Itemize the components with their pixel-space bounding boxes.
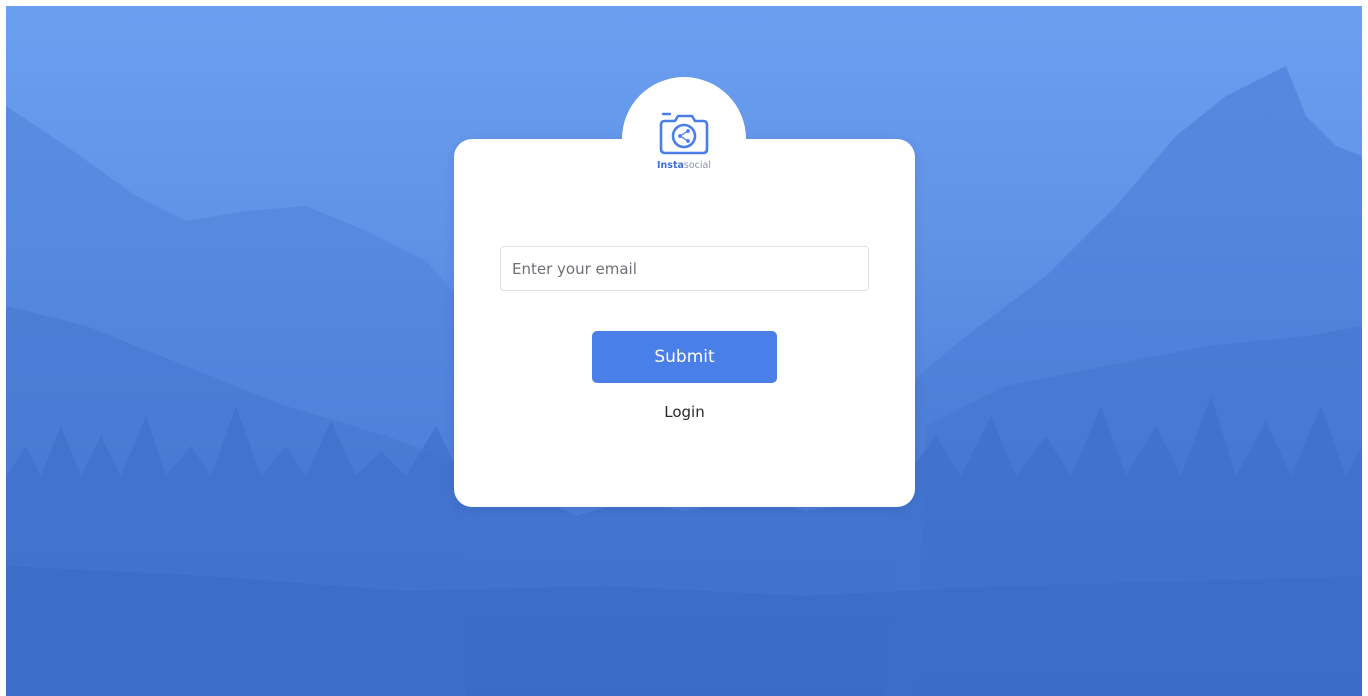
email-input[interactable] [500,246,869,291]
brand-name-part1: Insta [657,160,684,171]
brand-name-part2: social [683,160,711,171]
brand-logo: Instasocial [622,77,746,187]
brand-name: Instasocial [622,160,746,172]
page: Instasocial Submit Login [0,0,1368,696]
submit-button[interactable]: Submit [592,331,777,383]
camera-share-icon [659,112,709,155]
login-link[interactable]: Login [592,401,777,423]
